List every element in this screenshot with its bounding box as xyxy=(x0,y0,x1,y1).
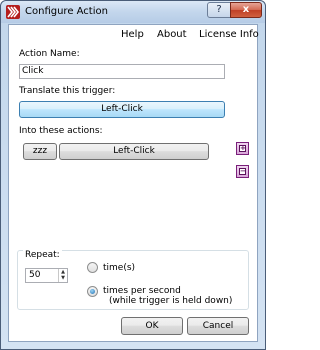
close-icon: x xyxy=(242,4,250,15)
dialog-client-area: Help About License Info Action Name: Cli… xyxy=(8,24,259,342)
add-icon: + xyxy=(239,144,246,152)
remove-action-button[interactable]: − xyxy=(236,165,249,178)
radio-times-per-second-label: times per second xyxy=(103,286,181,296)
radio-times-label: time(s) xyxy=(103,263,136,273)
title-bar[interactable]: Configure Action ? x xyxy=(1,1,265,23)
cancel-button[interactable]: Cancel xyxy=(187,317,249,335)
action-item-button[interactable]: Left-Click xyxy=(59,143,209,160)
radio-times[interactable] xyxy=(87,262,98,273)
remove-icon: − xyxy=(239,167,246,175)
translate-trigger-label: Translate this trigger: xyxy=(19,86,116,96)
menu-license-info[interactable]: License Info xyxy=(199,29,259,40)
stepper-arrows[interactable]: ▲ ▼ xyxy=(58,269,67,282)
radio-times-per-second[interactable] xyxy=(87,286,98,297)
menu-bar: Help About License Info xyxy=(9,25,259,43)
app-logo-icon xyxy=(6,5,20,19)
action-name-input[interactable]: Click xyxy=(19,64,225,79)
repeat-label: Repeat: xyxy=(23,250,62,260)
radio-times-per-second-sublabel: (while trigger is held down) xyxy=(109,296,233,306)
menu-help[interactable]: Help xyxy=(121,29,144,40)
add-action-button[interactable]: + xyxy=(236,142,249,155)
into-actions-label: Into these actions: xyxy=(19,126,103,136)
close-button[interactable]: x xyxy=(230,2,262,18)
repeat-count-stepper[interactable]: 50 ▲ ▼ xyxy=(25,268,68,283)
stepper-down-icon[interactable]: ▼ xyxy=(60,275,66,281)
ok-button[interactable]: OK xyxy=(121,317,183,335)
dialog-window: Configure Action ? x Help About License … xyxy=(0,0,266,350)
repeat-count-value: 50 xyxy=(29,270,41,280)
help-title-button[interactable]: ? xyxy=(207,2,231,18)
action-delay-button[interactable]: zzz xyxy=(23,143,57,160)
help-icon: ? xyxy=(216,4,222,15)
action-name-label: Action Name: xyxy=(19,49,80,59)
trigger-button[interactable]: Left-Click xyxy=(19,101,225,118)
window-title: Configure Action xyxy=(25,6,108,17)
radio-selected-dot xyxy=(90,289,95,294)
menu-about[interactable]: About xyxy=(157,29,187,40)
